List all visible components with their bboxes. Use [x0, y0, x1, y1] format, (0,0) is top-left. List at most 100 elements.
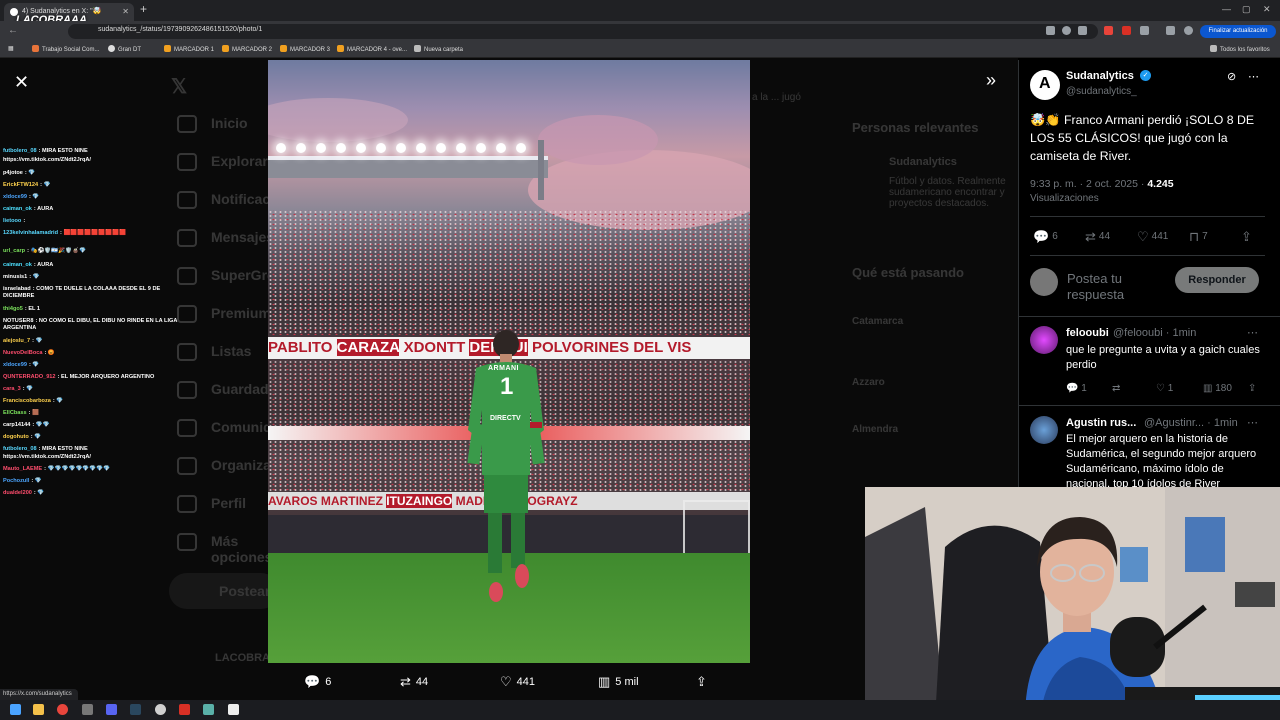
chat-username[interactable]: ErickFTW124: [3, 182, 38, 188]
more-options-icon[interactable]: ⋯: [1247, 416, 1258, 429]
reply-reply-button[interactable]: 💬 1: [1066, 383, 1087, 394]
reply-author[interactable]: felooubi: [1066, 327, 1109, 339]
chat-username[interactable]: futbolero_08: [3, 148, 37, 154]
author-handle[interactable]: @sudanalytics_: [1066, 86, 1137, 97]
media-icon[interactable]: [1166, 26, 1175, 35]
reply-handle: @felooubi · 1min: [1113, 327, 1197, 339]
back-icon[interactable]: ←: [8, 25, 18, 36]
bookmark-item[interactable]: Gran DT: [108, 45, 141, 53]
reply-share-button[interactable]: ⇪: [1248, 383, 1256, 394]
chat-username[interactable]: israelabad: [3, 286, 31, 292]
reply-submit-button[interactable]: Responder: [1175, 267, 1259, 293]
obs-icon[interactable]: [82, 704, 93, 715]
more-options-icon[interactable]: ⋯: [1247, 326, 1258, 339]
discord-icon[interactable]: [106, 704, 117, 715]
more-options-icon[interactable]: ⋯: [1248, 70, 1259, 83]
zoom-icon[interactable]: [1062, 26, 1071, 35]
omnibox[interactable]: sudanalytics_/status/1973909262486151520…: [68, 24, 1098, 39]
photo-share-button[interactable]: ⇪: [696, 674, 712, 690]
photo-retweet-button[interactable]: ⇄ 44: [400, 674, 428, 690]
bookmark-item[interactable]: MARCADOR 1: [164, 45, 214, 53]
chat-username[interactable]: cara_3: [3, 386, 21, 392]
extension-icon[interactable]: [1122, 26, 1131, 35]
reply-retweet-button[interactable]: ⇄: [1112, 383, 1120, 394]
app-icon[interactable]: [203, 704, 214, 715]
extension-icon[interactable]: [1104, 26, 1113, 35]
chat-username[interactable]: alejoslu_7: [3, 338, 30, 344]
like-button[interactable]: ♡ 441: [1137, 229, 1168, 245]
apps-icon[interactable]: ▦: [8, 45, 14, 52]
file-explorer-icon[interactable]: [33, 704, 44, 715]
close-window-icon[interactable]: ✕: [1263, 4, 1271, 15]
share-button[interactable]: ⇪: [1241, 229, 1255, 245]
reply-button[interactable]: 💬 6: [1033, 229, 1058, 245]
chat-username[interactable]: carp14144: [3, 422, 30, 428]
tab-close-icon[interactable]: ✕: [122, 3, 129, 21]
bookmark-item[interactable]: MARCADOR 3: [280, 45, 330, 53]
chat-username[interactable]: xldoce99: [3, 362, 27, 368]
bookmark-item[interactable]: Trabajo Social Com...: [32, 45, 99, 53]
reply-views-button[interactable]: ▥ 180: [1203, 383, 1232, 394]
chat-username[interactable]: minusis1: [3, 274, 27, 280]
chat-username[interactable]: caiman_ok: [3, 262, 32, 268]
chat-text: 💎: [35, 338, 43, 344]
chat-username[interactable]: NOTUSER8: [3, 318, 33, 324]
author-name[interactable]: Sudanalytics: [1066, 70, 1134, 82]
bookmark-item[interactable]: MARCADOR 4 - ove...: [337, 45, 407, 53]
chat-username[interactable]: EllCbass: [3, 410, 27, 416]
app-icon[interactable]: [228, 704, 239, 715]
chat-username[interactable]: dualdel200: [3, 490, 32, 496]
update-button[interactable]: Finalizar actualización: [1200, 25, 1276, 38]
photo-views-button[interactable]: ▥ 5 mil: [598, 674, 639, 690]
chat-username[interactable]: Mauto_LAEME: [3, 466, 42, 472]
reply-avatar[interactable]: [1030, 326, 1058, 354]
star-icon[interactable]: [1078, 26, 1087, 35]
chat-username[interactable]: NuevoDelBoca: [3, 350, 42, 356]
bookmark-folder[interactable]: Nueva carpeta: [414, 45, 463, 53]
chat-username[interactable]: QUNTERRADO_912: [3, 374, 56, 380]
grok-icon[interactable]: ⊘: [1227, 70, 1236, 83]
reply-like-button[interactable]: ♡ 1: [1156, 383, 1173, 394]
start-icon[interactable]: [10, 704, 21, 715]
chat-message: Mauto_LAEME: 💎💎💎💎💎💎💎💎💎: [3, 466, 111, 472]
chat-username[interactable]: lietooo: [3, 218, 21, 224]
chat-username[interactable]: xldoce99: [3, 194, 27, 200]
link-status-bar: https://x.com/sudanalytics: [0, 689, 78, 700]
close-photo-icon[interactable]: ✕: [14, 72, 29, 93]
profile-icon[interactable]: [1184, 26, 1193, 35]
chat-username[interactable]: caiman_ok: [3, 206, 32, 212]
new-tab-button[interactable]: +: [140, 2, 147, 16]
chat-username[interactable]: dogohuto: [3, 434, 29, 440]
maximize-icon[interactable]: ▢: [1242, 4, 1251, 15]
app-icon[interactable]: [179, 704, 190, 715]
reply-avatar[interactable]: [1030, 416, 1058, 444]
reply-author[interactable]: Agustin rus...: [1066, 417, 1136, 429]
chat-username[interactable]: thi4go5: [3, 306, 23, 312]
chat-username[interactable]: url_carp: [3, 248, 25, 254]
chrome-icon[interactable]: [57, 704, 68, 715]
bookmark-button[interactable]: ⊓ 7: [1189, 229, 1208, 245]
chat-username[interactable]: Pochozull: [3, 478, 29, 484]
trend-item: Catamarca: [852, 316, 904, 327]
bookmark-item[interactable]: MARCADOR 2: [222, 45, 272, 53]
app-icon[interactable]: [155, 704, 166, 715]
steam-icon[interactable]: [130, 704, 141, 715]
retweet-button[interactable]: ⇄ 44: [1085, 229, 1110, 245]
chat-username[interactable]: Franciscobarboza: [3, 398, 51, 404]
chat-username[interactable]: 123kelvinhalamadrid: [3, 230, 58, 236]
chat-text: 💎: [32, 274, 40, 280]
extensions-puzzle-icon[interactable]: [1140, 26, 1149, 35]
chat-text: MIRA ESTO NINE: [42, 148, 88, 154]
chat-username[interactable]: futbolero_08: [3, 446, 37, 452]
author-avatar[interactable]: [1030, 70, 1060, 100]
all-favorites-folder[interactable]: Todos los favoritos: [1210, 45, 1270, 53]
photo-reply-button[interactable]: 💬 6: [304, 674, 331, 690]
chat-username[interactable]: p4jotoe: [3, 170, 23, 176]
expand-panel-icon[interactable]: »: [986, 70, 996, 91]
minimize-icon[interactable]: —: [1222, 4, 1231, 14]
streamer-camera-feed: [865, 487, 1280, 720]
reply-input[interactable]: Postea tu respuesta: [1067, 271, 1167, 301]
tweet-photo[interactable]: PABLITO CARAZA XDONTT DERQUI POLVORINES …: [268, 60, 750, 663]
install-icon[interactable]: [1046, 26, 1055, 35]
photo-like-button[interactable]: ♡ 441: [500, 674, 535, 690]
